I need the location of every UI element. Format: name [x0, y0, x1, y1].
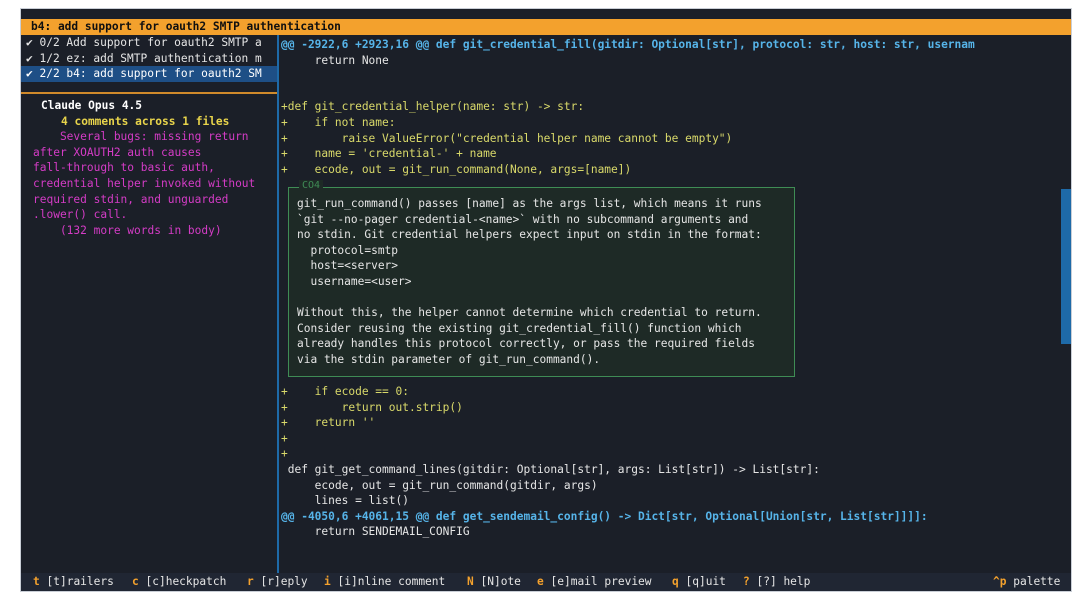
review-body-line: required stdin, and unguarded	[33, 192, 229, 206]
shortcut-key: ^p	[993, 575, 1007, 588]
diff-line-added: +def git_credential_helper(name: str) ->…	[281, 100, 585, 114]
shortcut-label: [N]ote	[480, 575, 521, 588]
pane-divider	[277, 35, 279, 573]
diff-line-added: + return ''	[281, 416, 376, 430]
comment-line: no stdin. Git credential helpers expect …	[297, 228, 762, 242]
comment-line: Consider reusing the existing git_creden…	[297, 321, 742, 335]
terminal-window: b4: add support for oauth2 SMTP authenti…	[20, 8, 1072, 592]
window-title: b4: add support for oauth2 SMTP authenti…	[21, 19, 1071, 35]
comment-line: git_run_command() passes [name] as the a…	[297, 197, 762, 210]
comment-line: via the stdin parameter of git_run_comma…	[297, 353, 601, 366]
shortcut-label: [t]railers	[46, 575, 114, 588]
patch-sidebar: ✔ 0/2 Add support for oauth2 SMTP a ✔ 1/…	[21, 35, 277, 573]
shortcut-key: t	[33, 575, 40, 588]
shortcut-key: r	[247, 575, 254, 588]
shortcut-help[interactable]: ? [?] help	[743, 573, 810, 591]
diff-line: def git_get_command_lines(gitdir: Option…	[281, 463, 820, 476]
patch-item-0[interactable]: ✔ 0/2 Add support for oauth2 SMTP a	[21, 35, 277, 51]
diff-line: ecode, out = git_run_command(gitdir, arg…	[281, 478, 598, 492]
shortcut-label: palette	[1013, 575, 1061, 588]
comment-line: already handles this protocol correctly,…	[297, 337, 756, 351]
shortcut-note[interactable]: N [N]ote	[467, 573, 521, 591]
shortcut-checkpatch[interactable]: c [c]heckpatch	[132, 573, 226, 591]
shortcut-reply[interactable]: r [r]eply	[247, 573, 308, 591]
diff-line-added: + raise ValueError("credential helper na…	[281, 131, 733, 145]
diff-line-added: +	[281, 447, 288, 461]
diff-line-added: + if not name:	[281, 116, 396, 129]
shortcut-label: [?] help	[756, 575, 811, 588]
comment-line: protocol=smtp	[297, 243, 399, 257]
diff-line-added: +	[281, 431, 288, 445]
diff-line-added: + if ecode == 0:	[281, 385, 409, 398]
sidebar-divider	[21, 92, 277, 94]
diff-line-added: + return out.strip()	[281, 400, 463, 414]
patch-item-1[interactable]: ✔ 1/2 ez: add SMTP authentication m	[21, 51, 277, 67]
hunk-header: @@ -4050,6 +4061,15 @@ def get_sendemail…	[281, 509, 928, 523]
diff-line: return None	[281, 53, 389, 67]
shortcut-key: q	[672, 575, 679, 588]
command-palette-shortcut[interactable]: ^p palette	[993, 573, 1060, 591]
comment-line: Without this, the helper cannot determin…	[297, 306, 762, 320]
shortcut-label: [r]eply	[260, 575, 308, 588]
patch-item-2[interactable]: ✔ 2/2 b4: add support for oauth2 SM	[21, 66, 277, 82]
shortcut-key: e	[537, 575, 544, 588]
shortcut-trailers[interactable]: t [t]railers	[33, 573, 114, 591]
shortcut-key: i	[324, 575, 331, 588]
review-body-line: Several bugs: missing return	[33, 130, 249, 144]
review-author: Claude Opus 4.5	[41, 99, 143, 112]
comment-line: host=<server>	[297, 259, 399, 273]
shortcut-key: N	[467, 575, 474, 588]
diff-line-added: + name = 'credential-' + name	[281, 147, 497, 161]
shortcut-label: [c]heckpatch	[145, 575, 227, 588]
diff-line-added: + ecode, out = git_run_command(None, arg…	[281, 162, 632, 176]
diff-line: return SENDEMAIL_CONFIG	[281, 525, 470, 539]
inline-comment-box[interactable]: CO4 git_run_command() passes [name] as t…	[288, 180, 795, 377]
diff-scrollbar[interactable]	[1061, 189, 1071, 344]
comment-line: username=<user>	[297, 275, 412, 288]
shortcut-label: [e]mail preview	[550, 575, 652, 588]
review-count: 4 comments across 1 files	[61, 114, 230, 128]
comment-line: `git --no-pager credential-<name>` with …	[297, 212, 749, 226]
review-body-line: fall-through to basic auth,	[33, 161, 215, 175]
hunk-header: @@ -2922,6 +2923,16 @@ def git_credentia…	[281, 38, 975, 51]
shortcut-inline-comment[interactable]: i [i]nline comment	[324, 573, 445, 591]
comment-title: CO4	[299, 180, 324, 192]
shortcut-key: c	[132, 575, 139, 588]
review-body-line: .lower() call.	[33, 208, 128, 222]
review-more-link[interactable]: (132 more words in body)	[33, 223, 222, 239]
status-bar: t [t]railers c [c]heckpatch r [r]eply i …	[21, 573, 1071, 591]
shortcut-label: [q]uit	[685, 575, 726, 588]
shortcut-quit[interactable]: q [q]uit	[672, 573, 726, 591]
diff-line: lines = list()	[281, 494, 409, 508]
shortcut-label: [i]nline comment	[337, 575, 446, 588]
review-body-line: after XOAUTH2 auth causes	[33, 145, 202, 159]
shortcut-email-preview[interactable]: e [e]mail preview	[537, 573, 652, 591]
review-body-line: credential helper invoked without	[33, 177, 256, 190]
shortcut-key: ?	[743, 575, 750, 588]
